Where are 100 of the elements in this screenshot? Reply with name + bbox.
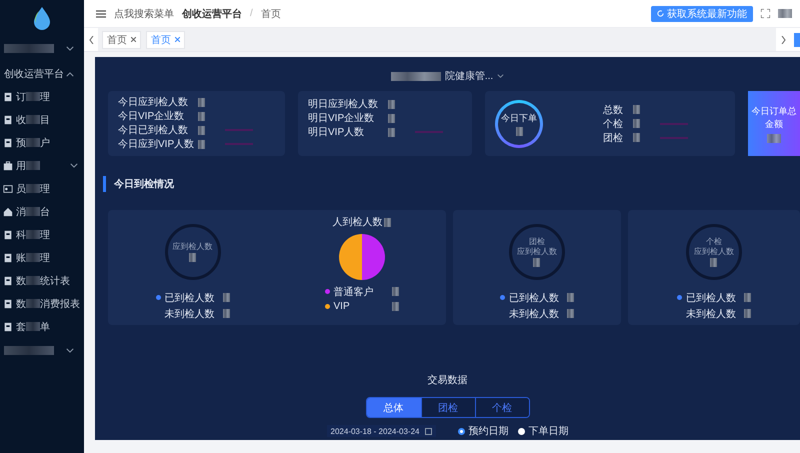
legend-label: 已到检人数 (686, 292, 737, 304)
fullscreen-icon[interactable] (761, 9, 770, 18)
chart-title: 人到检人数 (332, 216, 383, 229)
blurred-value (533, 258, 540, 266)
menu-text: 统计表 (40, 274, 70, 288)
segment-tab[interactable]: 团检 (420, 398, 474, 417)
sidebar-item[interactable]: 账 理 (0, 246, 84, 269)
pie-chart (338, 234, 385, 280)
organization-select[interactable]: 院健康管... (95, 67, 800, 85)
sidebar-item[interactable]: 数 消费报表 (0, 292, 84, 315)
blurred-value (26, 253, 40, 262)
blurred-value (26, 207, 40, 216)
legend-label: 已到检人数 (164, 292, 216, 304)
sidebar-item[interactable]: 用 (0, 154, 84, 177)
blurred-value (26, 161, 40, 170)
menu-text: 数 (16, 298, 26, 310)
segment-tab[interactable]: 个检 (474, 398, 528, 417)
stat-label: 明日VIP企业数 (308, 112, 376, 125)
menu-text: 用 (16, 160, 26, 172)
menu-text: 订 (16, 90, 26, 104)
blurred-value (710, 258, 718, 266)
stat-label: 今日应到VIP人数 (118, 138, 192, 151)
stat-label: 今日应到检人数 (118, 96, 189, 109)
sidebar-item[interactable]: 套 单 (0, 315, 84, 338)
refresh-icon (657, 10, 664, 17)
blurred-value (778, 9, 792, 18)
close-icon[interactable] (175, 37, 180, 42)
sidebar-item[interactable]: 订 理 (0, 85, 84, 108)
legend-dot (676, 295, 682, 300)
menu-search-link[interactable]: 点我搜索菜单 (114, 6, 174, 20)
chevron-right-icon[interactable] (780, 36, 786, 44)
blurred-value (26, 230, 40, 239)
legend-dot (500, 295, 505, 300)
breadcrumb-item: 创收运营平台 (182, 8, 242, 20)
breadcrumb-item: 首页 (260, 8, 281, 20)
legend-label: 普通客户 (334, 286, 375, 298)
sidebar-item[interactable]: 预 户 (0, 131, 84, 154)
legend-label: 未到检人数 (686, 308, 737, 320)
tab-menu-button[interactable] (794, 32, 800, 46)
menu-text: 户 (40, 136, 50, 150)
menu-text: 科 (16, 228, 26, 242)
trend-line (225, 129, 253, 131)
stat-label: 今日VIP企业数 (118, 110, 186, 123)
select-value: 院健康管... (444, 70, 494, 83)
menu-text: 员 (16, 182, 26, 196)
menu-text: 消费报表 (40, 298, 80, 310)
building-icon (3, 322, 13, 332)
sidebar-item[interactable]: 消 台 (0, 200, 84, 223)
menu-group-label[interactable]: 创收运营平台 (4, 67, 64, 81)
legend-label: 未到检人数 (508, 308, 560, 320)
menu-text: 单 (40, 320, 50, 334)
legend-label: 已到检人数 (508, 292, 560, 304)
blurred-value (767, 134, 781, 142)
menu-text: 理 (40, 90, 50, 104)
calendar-icon (425, 428, 432, 434)
building-icon (3, 230, 13, 240)
sidebar-item[interactable]: 员 理 (0, 177, 84, 200)
building-icon (3, 298, 13, 308)
legend-label: VIP (334, 301, 351, 312)
building-icon (3, 114, 13, 124)
date-range-field[interactable]: 2024-03-18 - 2024-03-24 (326, 425, 436, 437)
menu-text: 数 (16, 274, 26, 288)
building-icon (3, 252, 13, 262)
blurred-value (390, 72, 441, 80)
card-title: 今日订单总金额 (750, 104, 798, 130)
ring-label: 应到检人数 (172, 242, 212, 250)
page-tab[interactable]: 首页 (102, 30, 141, 48)
blurred-value (26, 276, 40, 285)
sidebar-item[interactable]: 科 理 (0, 223, 84, 246)
blurred-value (26, 322, 40, 331)
ring-title: 团检 (528, 238, 545, 246)
trend-line (660, 122, 688, 124)
section-heading: 交易数据 (428, 374, 468, 387)
breadcrumb-separator: / (250, 8, 253, 19)
menu-text: 理 (40, 252, 50, 264)
sidebar-item[interactable]: 数 统计表 (0, 269, 84, 292)
trend-line (660, 136, 688, 138)
chevron-left-icon[interactable] (88, 36, 94, 44)
ring-label: 应到检人数 (694, 248, 734, 256)
blurred-value (516, 126, 522, 136)
menu-text: 理 (40, 182, 50, 196)
sidebar-item[interactable]: 收 目 (0, 108, 84, 131)
building-icon (3, 138, 13, 148)
water-drop-logo (33, 6, 51, 30)
segment-tab[interactable]: 总体 (366, 398, 420, 417)
legend-dot (156, 295, 160, 300)
menu-text: 理 (40, 228, 50, 242)
stat-label: 明日VIP人数 (308, 126, 366, 139)
trend-line (415, 131, 443, 133)
building-icon (3, 276, 13, 286)
close-icon[interactable] (131, 37, 136, 42)
ring-label: 今日下单 (501, 112, 537, 124)
blurred-value (4, 346, 54, 354)
date-type-radio[interactable]: 下单日期 (518, 424, 568, 438)
blurred-value (26, 115, 40, 124)
stat-label: 今日已到检人数 (118, 124, 189, 137)
menu-text: 收 (16, 114, 26, 126)
menu-icon[interactable] (96, 10, 106, 18)
blurred-value (26, 184, 40, 193)
date-type-radio[interactable]: 预约日期 (458, 424, 508, 438)
